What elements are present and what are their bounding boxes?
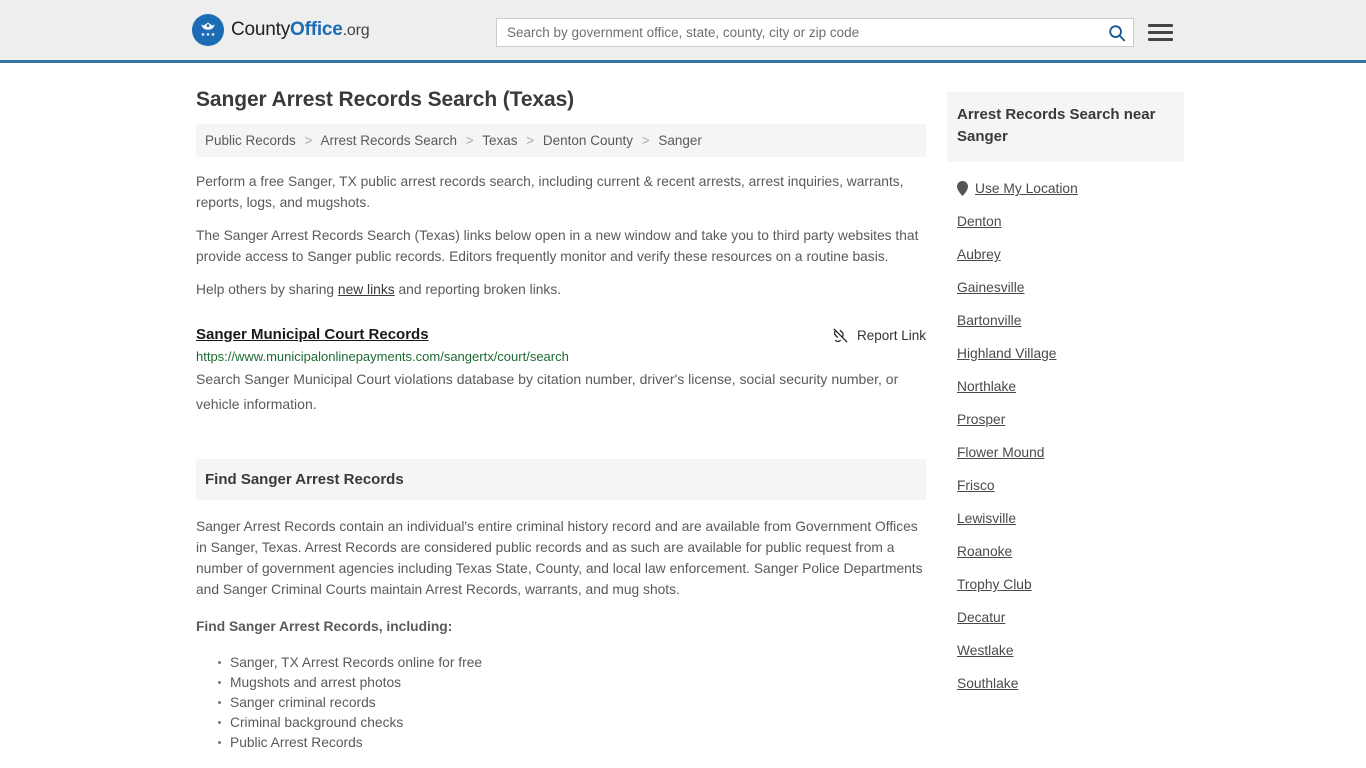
list-item: Mugshots and arrest photos xyxy=(218,673,926,693)
search-icon[interactable] xyxy=(1107,23,1127,43)
city-link[interactable]: Roanoke xyxy=(957,544,1012,559)
breadcrumb-item-sanger[interactable]: Sanger xyxy=(658,133,702,148)
list-item: Sanger, TX Arrest Records online for fre… xyxy=(218,653,926,673)
city-link[interactable]: Decatur xyxy=(957,610,1005,625)
list-item: Sanger criminal records xyxy=(218,693,926,713)
city-link[interactable]: Southlake xyxy=(957,676,1018,691)
logo-wordmark: CountyOffice.org xyxy=(231,19,370,41)
search-box[interactable] xyxy=(496,18,1134,47)
sidebar-heading: Arrest Records Search near Sanger xyxy=(947,92,1184,162)
records-bullet-list: Sanger, TX Arrest Records online for fre… xyxy=(196,653,926,753)
sidebar-item-denton[interactable]: Denton xyxy=(947,205,1184,238)
sidebar-item-westlake[interactable]: Westlake xyxy=(947,634,1184,667)
result-title-link[interactable]: Sanger Municipal Court Records xyxy=(196,326,429,343)
sidebar-item-northlake[interactable]: Northlake xyxy=(947,370,1184,403)
page-title: Sanger Arrest Records Search (Texas) xyxy=(196,88,575,111)
sidebar-item-southlake[interactable]: Southlake xyxy=(947,667,1184,700)
sidebar-item-aubrey[interactable]: Aubrey xyxy=(947,238,1184,271)
sidebar-item-flower-mound[interactable]: Flower Mound xyxy=(947,436,1184,469)
find-records-section: Find Sanger Arrest Records Sanger Arrest… xyxy=(196,459,926,753)
city-link[interactable]: Aubrey xyxy=(957,247,1001,262)
help-line-after: and reporting broken links. xyxy=(394,282,562,297)
breadcrumb-separator: > xyxy=(641,133,650,148)
page-body: Sanger Arrest Records Search (Texas) Pub… xyxy=(0,63,1366,753)
breadcrumb-item-denton-county[interactable]: Denton County xyxy=(543,133,633,148)
sidebar-item-gainesville[interactable]: Gainesville xyxy=(947,271,1184,304)
sidebar-item-highland-village[interactable]: Highland Village xyxy=(947,337,1184,370)
header-search-area xyxy=(496,18,1173,47)
city-link[interactable]: Highland Village xyxy=(957,346,1056,361)
intro-paragraph-1: Perform a free Sanger, TX public arrest … xyxy=(196,174,904,210)
site-logo[interactable]: CountyOffice.org xyxy=(192,14,370,46)
sidebar: Arrest Records Search near Sanger Use My… xyxy=(947,63,1184,700)
help-line-before: Help others by sharing xyxy=(196,282,338,297)
sidebar-item-lewisville[interactable]: Lewisville xyxy=(947,502,1184,535)
logo-text-county: County xyxy=(231,19,291,40)
report-link-label: Report Link xyxy=(856,328,926,343)
city-link[interactable]: Gainesville xyxy=(957,280,1024,295)
city-link[interactable]: Flower Mound xyxy=(957,445,1044,460)
city-link[interactable]: Frisco xyxy=(957,478,995,493)
city-link[interactable]: Trophy Club xyxy=(957,577,1032,592)
breadcrumb-separator: > xyxy=(465,133,474,148)
breadcrumb-item-arrest-records-search[interactable]: Arrest Records Search xyxy=(320,133,457,148)
logo-text-office: Office xyxy=(290,19,343,40)
sidebar-nearby-list: Use My Location Denton Aubrey Gainesvill… xyxy=(947,162,1184,700)
sidebar-item-trophy-club[interactable]: Trophy Club xyxy=(947,568,1184,601)
breadcrumb-separator: > xyxy=(304,133,313,148)
main-column: Sanger Arrest Records Search (Texas) Pub… xyxy=(196,63,926,753)
breadcrumb-separator: > xyxy=(526,133,535,148)
sidebar-item-prosper[interactable]: Prosper xyxy=(947,403,1184,436)
site-header: CountyOffice.org xyxy=(0,0,1366,63)
use-my-location-link[interactable]: Use My Location xyxy=(975,181,1078,196)
list-item: Public Arrest Records xyxy=(218,733,926,753)
intro-paragraph-2: The Sanger Arrest Records Search (Texas)… xyxy=(196,228,919,264)
sidebar-item-decatur[interactable]: Decatur xyxy=(947,601,1184,634)
search-input[interactable] xyxy=(497,19,1133,46)
city-link[interactable]: Prosper xyxy=(957,412,1005,427)
sidebar-item-bartonville[interactable]: Bartonville xyxy=(947,304,1184,337)
unlink-icon xyxy=(833,328,848,343)
result-item: Sanger Municipal Court Records Report Li… xyxy=(196,326,926,417)
result-url: https://www.municipalonlinepayments.com/… xyxy=(196,349,569,364)
city-link[interactable]: Westlake xyxy=(957,643,1014,658)
sidebar-item-roanoke[interactable]: Roanoke xyxy=(947,535,1184,568)
section-paragraph: Sanger Arrest Records contain an individ… xyxy=(196,519,923,597)
hamburger-menu-icon[interactable] xyxy=(1148,24,1173,41)
result-description: Search Sanger Municipal Court violations… xyxy=(196,371,899,412)
breadcrumb-item-texas[interactable]: Texas xyxy=(482,133,517,148)
logo-text-org: .org xyxy=(342,22,370,39)
city-link[interactable]: Lewisville xyxy=(957,511,1016,526)
sidebar-item-use-my-location[interactable]: Use My Location xyxy=(947,172,1184,205)
section-heading: Find Sanger Arrest Records xyxy=(196,459,926,500)
list-item: Criminal background checks xyxy=(218,713,926,733)
breadcrumb-item-public-records[interactable]: Public Records xyxy=(205,133,296,148)
report-link-button[interactable]: Report Link xyxy=(832,326,926,344)
sidebar-item-frisco[interactable]: Frisco xyxy=(947,469,1184,502)
city-link[interactable]: Bartonville xyxy=(957,313,1021,328)
map-pin-icon xyxy=(957,181,968,196)
breadcrumb: Public Records > Arrest Records Search >… xyxy=(196,124,926,157)
new-links-link[interactable]: new links xyxy=(338,282,395,297)
eagle-seal-icon xyxy=(192,14,224,46)
city-link[interactable]: Denton xyxy=(957,214,1002,229)
help-others-line: Help others by sharing new links and rep… xyxy=(196,279,926,300)
city-link[interactable]: Northlake xyxy=(957,379,1016,394)
section-subheading: Find Sanger Arrest Records, including: xyxy=(196,619,453,634)
